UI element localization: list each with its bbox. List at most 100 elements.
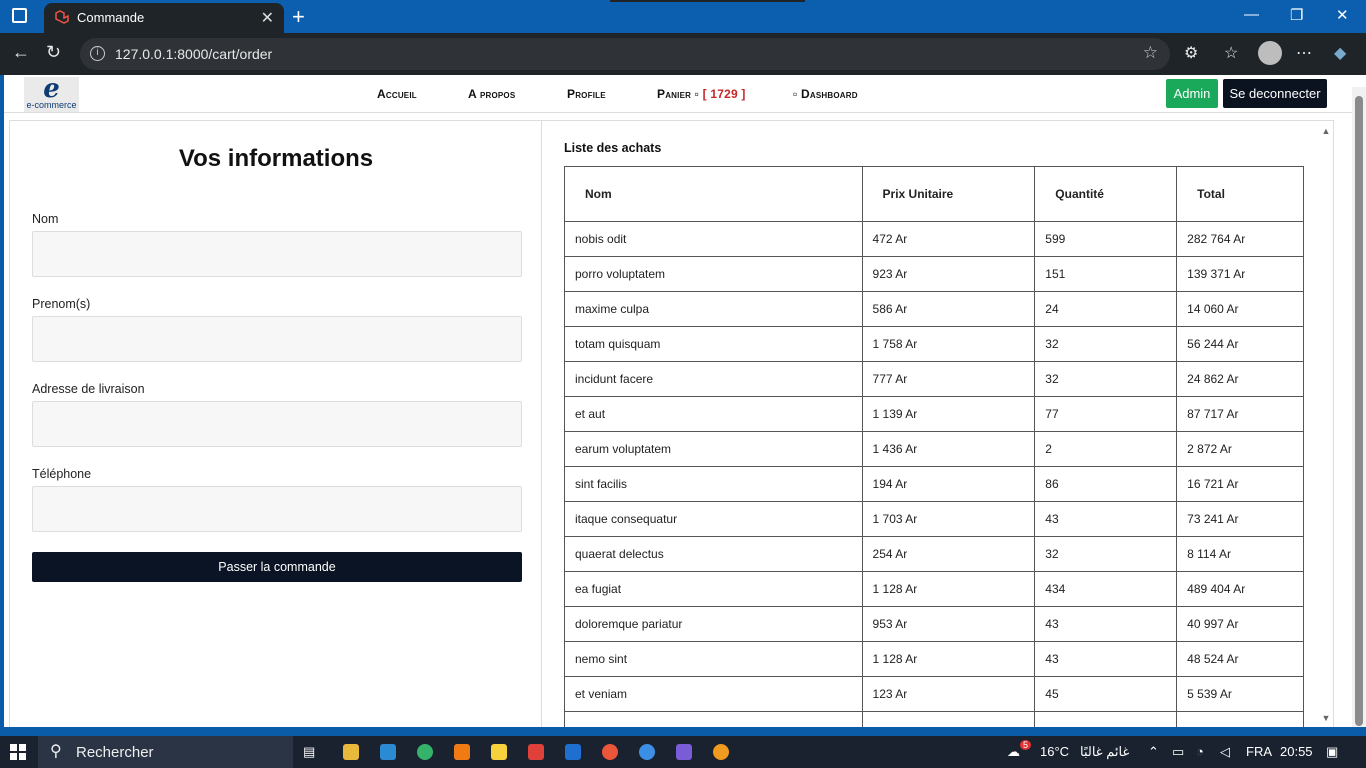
scroll-up-icon[interactable]: ▲	[1319, 126, 1333, 136]
nav-profile[interactable]: Profile	[567, 87, 606, 101]
app-orange-icon[interactable]	[454, 744, 470, 760]
favorites-icon[interactable]: ☆	[1224, 43, 1238, 63]
table-row: totam quisquam 1 758 Ar 32 56 244 Ar	[564, 326, 1304, 362]
laravel-favicon-icon	[55, 10, 69, 24]
cell-quantite	[1034, 711, 1178, 727]
adresse-input[interactable]	[32, 401, 522, 447]
app-circle-icon[interactable]	[602, 744, 618, 760]
logo-text: e-commerce	[26, 100, 77, 110]
maximize-icon[interactable]: ❐	[1290, 6, 1303, 24]
logout-button[interactable]: Se deconnecter	[1223, 79, 1327, 108]
cell-nom: et veniam	[564, 676, 863, 712]
cell-quantite: 45	[1034, 676, 1178, 712]
prenom-input[interactable]	[32, 316, 522, 362]
logo-letter: e	[43, 75, 60, 104]
cell-quantite: 32	[1034, 361, 1178, 397]
cell-prix: 586 Ar	[861, 291, 1036, 327]
copilot-icon[interactable]: ◆	[1334, 43, 1346, 63]
cell-prix	[861, 711, 1036, 727]
vscode-icon[interactable]	[380, 744, 396, 760]
wifi-icon[interactable]: ◔	[1196, 744, 1204, 759]
cell-quantite: 77	[1034, 396, 1178, 432]
tab-actions-icon[interactable]	[12, 8, 27, 23]
page-scrollbar-thumb[interactable]	[1355, 96, 1363, 726]
page-scrollbar[interactable]	[1352, 87, 1366, 727]
telephone-input[interactable]	[32, 486, 522, 532]
close-tab-icon[interactable]: ✕	[261, 8, 274, 28]
app-search-icon[interactable]	[713, 744, 729, 760]
orders-panel: Liste des achats Nom Prix Unitaire Quant…	[543, 121, 1333, 727]
cell-quantite: 24	[1034, 291, 1178, 327]
notifications-icon[interactable]: ▣	[1326, 744, 1338, 760]
nav-panier[interactable]: Panier ▫ [ 1729 ]	[657, 87, 746, 101]
table-row: ea fugiat 1 128 Ar 434 489 404 Ar	[564, 571, 1304, 607]
cell-nom: quaerat delectus	[564, 536, 863, 572]
more-options-icon[interactable]: ⋯	[1296, 43, 1312, 63]
git-icon[interactable]	[528, 744, 544, 760]
cell-nom: nemo sint	[564, 641, 863, 677]
col-nom: Nom	[564, 166, 863, 222]
orders-table: Nom Prix Unitaire Quantité Total nobis o…	[564, 166, 1304, 727]
col-total: Total	[1176, 166, 1304, 222]
browser-tab[interactable]: Commande ✕	[44, 3, 284, 33]
nav-accueil[interactable]: Accueil	[377, 87, 417, 101]
file-explorer-icon[interactable]	[343, 744, 359, 760]
cell-total: 282 764 Ar	[1176, 221, 1304, 257]
col-prix: Prix Unitaire	[861, 166, 1036, 222]
nav-dashboard[interactable]: ▫ Dashboard	[793, 87, 858, 101]
app-multi-icon[interactable]	[676, 744, 692, 760]
cell-nom: itaque consequatur	[564, 501, 863, 537]
scroll-down-icon[interactable]: ▼	[1319, 713, 1333, 723]
cell-prix: 1 758 Ar	[861, 326, 1036, 362]
table-row: earum voluptatem 1 436 Ar 2 2 872 Ar	[564, 431, 1304, 467]
nav-apropos[interactable]: A propos	[468, 87, 515, 101]
table-row: maxime culpa 586 Ar 24 14 060 Ar	[564, 291, 1304, 327]
address-bar[interactable]: i 127.0.0.1:8000/cart/order ☆	[80, 38, 1170, 70]
profile-avatar[interactable]	[1258, 41, 1282, 65]
cell-quantite: 43	[1034, 501, 1178, 537]
nom-input[interactable]	[32, 231, 522, 277]
new-tab-icon[interactable]: +	[292, 4, 305, 30]
task-view-icon[interactable]: ▤	[303, 744, 315, 760]
place-order-button[interactable]: Passer la commande	[32, 552, 522, 582]
cell-nom: porro voluptatem	[564, 256, 863, 292]
battery-icon[interactable]: ▭	[1172, 744, 1184, 760]
language-indicator[interactable]: FRA	[1246, 744, 1272, 759]
favorite-star-icon[interactable]: ☆	[1143, 43, 1158, 63]
cell-total: 48 524 Ar	[1176, 641, 1304, 677]
minimize-icon[interactable]: —	[1244, 6, 1259, 23]
weather-temp[interactable]: 16°C	[1040, 744, 1069, 759]
cell-total: 87 717 Ar	[1176, 396, 1304, 432]
tab-title: Commande	[77, 10, 145, 25]
table-row: porro voluptatem 923 Ar 151 139 371 Ar	[564, 256, 1304, 292]
cell-prix: 1 128 Ar	[861, 571, 1036, 607]
customer-form: Vos informations Nom Prenom(s) Adresse d…	[10, 121, 542, 727]
cell-prix: 1 139 Ar	[861, 396, 1036, 432]
cell-prix: 254 Ar	[861, 536, 1036, 572]
app-yellow-icon[interactable]	[491, 744, 507, 760]
app-l-icon[interactable]	[565, 744, 581, 760]
close-window-icon[interactable]: ✕	[1336, 6, 1349, 24]
table-row: nobis odit 472 Ar 599 282 764 Ar	[564, 221, 1304, 257]
site-info-icon[interactable]: i	[90, 46, 105, 61]
col-quantite: Quantité	[1034, 166, 1178, 222]
cell-total: 16 721 Ar	[1176, 466, 1304, 502]
taskbar-search[interactable]: ⚲ Rechercher	[38, 736, 293, 768]
back-icon[interactable]: ←	[12, 42, 30, 63]
show-hidden-icon[interactable]: ⌃	[1148, 744, 1159, 760]
app-blue-icon[interactable]	[639, 744, 655, 760]
reload-icon[interactable]: ↻	[46, 42, 61, 63]
edge-icon[interactable]	[417, 744, 433, 760]
table-row	[564, 711, 1304, 727]
weather-icon[interactable]: ☁	[1007, 744, 1020, 760]
start-icon[interactable]	[10, 744, 26, 760]
cell-prix: 1 128 Ar	[861, 641, 1036, 677]
cart-count-badge: [ 1729 ]	[702, 87, 746, 101]
site-logo[interactable]: e e-commerce	[24, 75, 79, 112]
clock[interactable]: 20:55	[1280, 744, 1313, 759]
cell-nom: doloremque pariatur	[564, 606, 863, 642]
extensions-icon[interactable]: ⚙	[1184, 43, 1198, 63]
admin-button[interactable]: Admin	[1166, 79, 1218, 108]
cell-nom: totam quisquam	[564, 326, 863, 362]
volume-icon[interactable]: ◁	[1220, 744, 1230, 760]
